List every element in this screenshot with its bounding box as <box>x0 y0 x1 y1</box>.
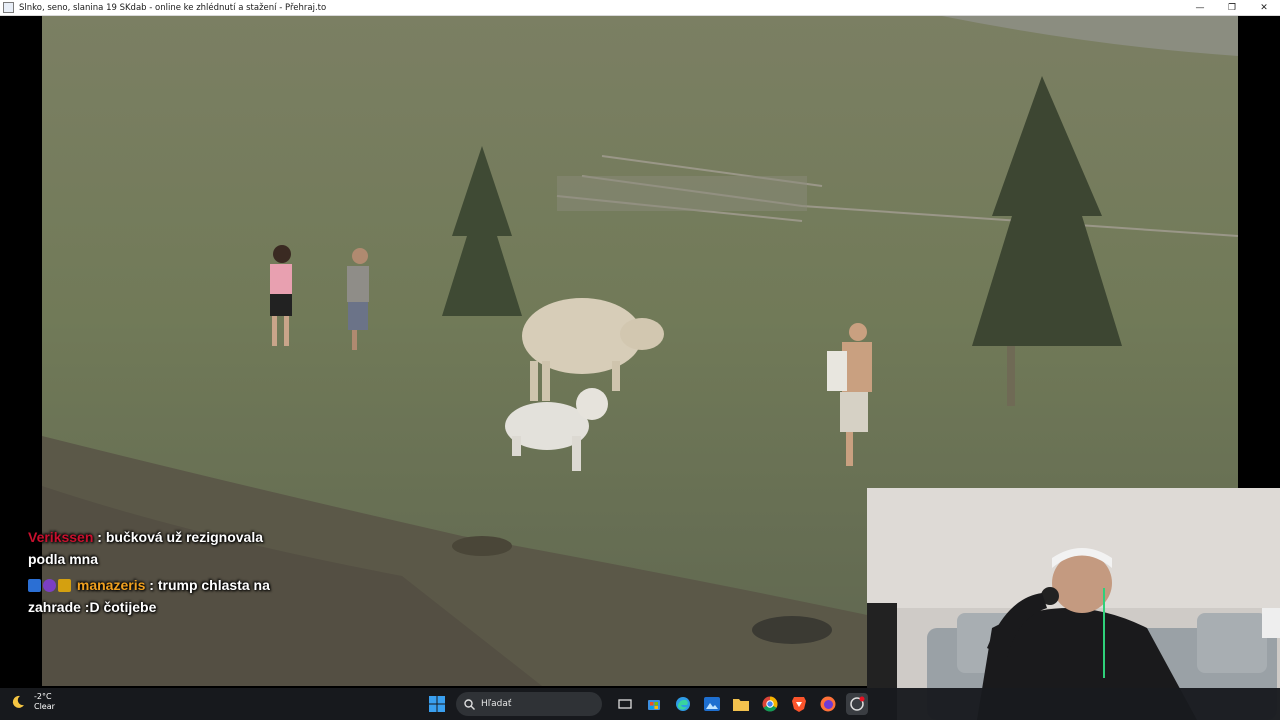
badge-icon <box>28 579 41 592</box>
chat-separator: : <box>93 529 106 545</box>
firefox-icon[interactable] <box>817 693 839 715</box>
browser-app-icon <box>3 2 14 13</box>
chat-message: manazeris : trump chlasta na zahrade :D … <box>28 574 298 618</box>
chat-overlay: Verikssen : bučková už rezignovala podla… <box>28 526 298 622</box>
window-title-bar: Slnko, seno, slanina 19 SKdab - online k… <box>0 0 1280 16</box>
chrome-icon[interactable] <box>759 693 781 715</box>
windows-taskbar: -2°C Clear Hľadať <box>0 688 1280 720</box>
window-title: Slnko, seno, slanina 19 SKdab - online k… <box>19 2 327 13</box>
weather-widget[interactable]: -2°C Clear <box>10 692 55 712</box>
minimize-button[interactable]: — <box>1184 0 1216 16</box>
app-icon[interactable] <box>845 693 868 715</box>
webcam-scene <box>867 488 1280 720</box>
window-controls: — ❐ ✕ <box>1184 0 1280 16</box>
screen: Slnko, seno, slanina 19 SKdab - online k… <box>0 0 1280 720</box>
weather-temperature: -2°C <box>34 692 52 701</box>
maximize-button[interactable]: ❐ <box>1216 0 1248 16</box>
task-view-icon[interactable] <box>614 693 636 715</box>
webcam-overlay <box>867 488 1280 720</box>
close-button[interactable]: ✕ <box>1248 0 1280 16</box>
windows-start-icon[interactable] <box>426 693 448 715</box>
file-explorer-icon[interactable] <box>730 693 752 715</box>
moon-icon <box>12 695 24 708</box>
store-icon[interactable] <box>643 693 665 715</box>
chat-message: Verikssen : bučková už rezignovala podla… <box>28 526 298 570</box>
chat-username: Verikssen <box>28 529 94 545</box>
search-icon <box>464 698 475 710</box>
edge-icon[interactable] <box>672 693 694 715</box>
search-placeholder: Hľadať <box>481 699 512 709</box>
weather-condition: Clear <box>34 702 55 711</box>
photos-icon[interactable] <box>701 693 723 715</box>
badge-icon <box>43 579 56 592</box>
taskbar-search-box[interactable]: Hľadať <box>456 692 602 716</box>
badge-icon <box>58 579 71 592</box>
chat-username: manazeris <box>76 577 146 593</box>
taskbar-pinned-apps: Hľadať <box>422 688 871 720</box>
chat-separator: : <box>145 577 158 593</box>
brave-icon[interactable] <box>788 693 810 715</box>
